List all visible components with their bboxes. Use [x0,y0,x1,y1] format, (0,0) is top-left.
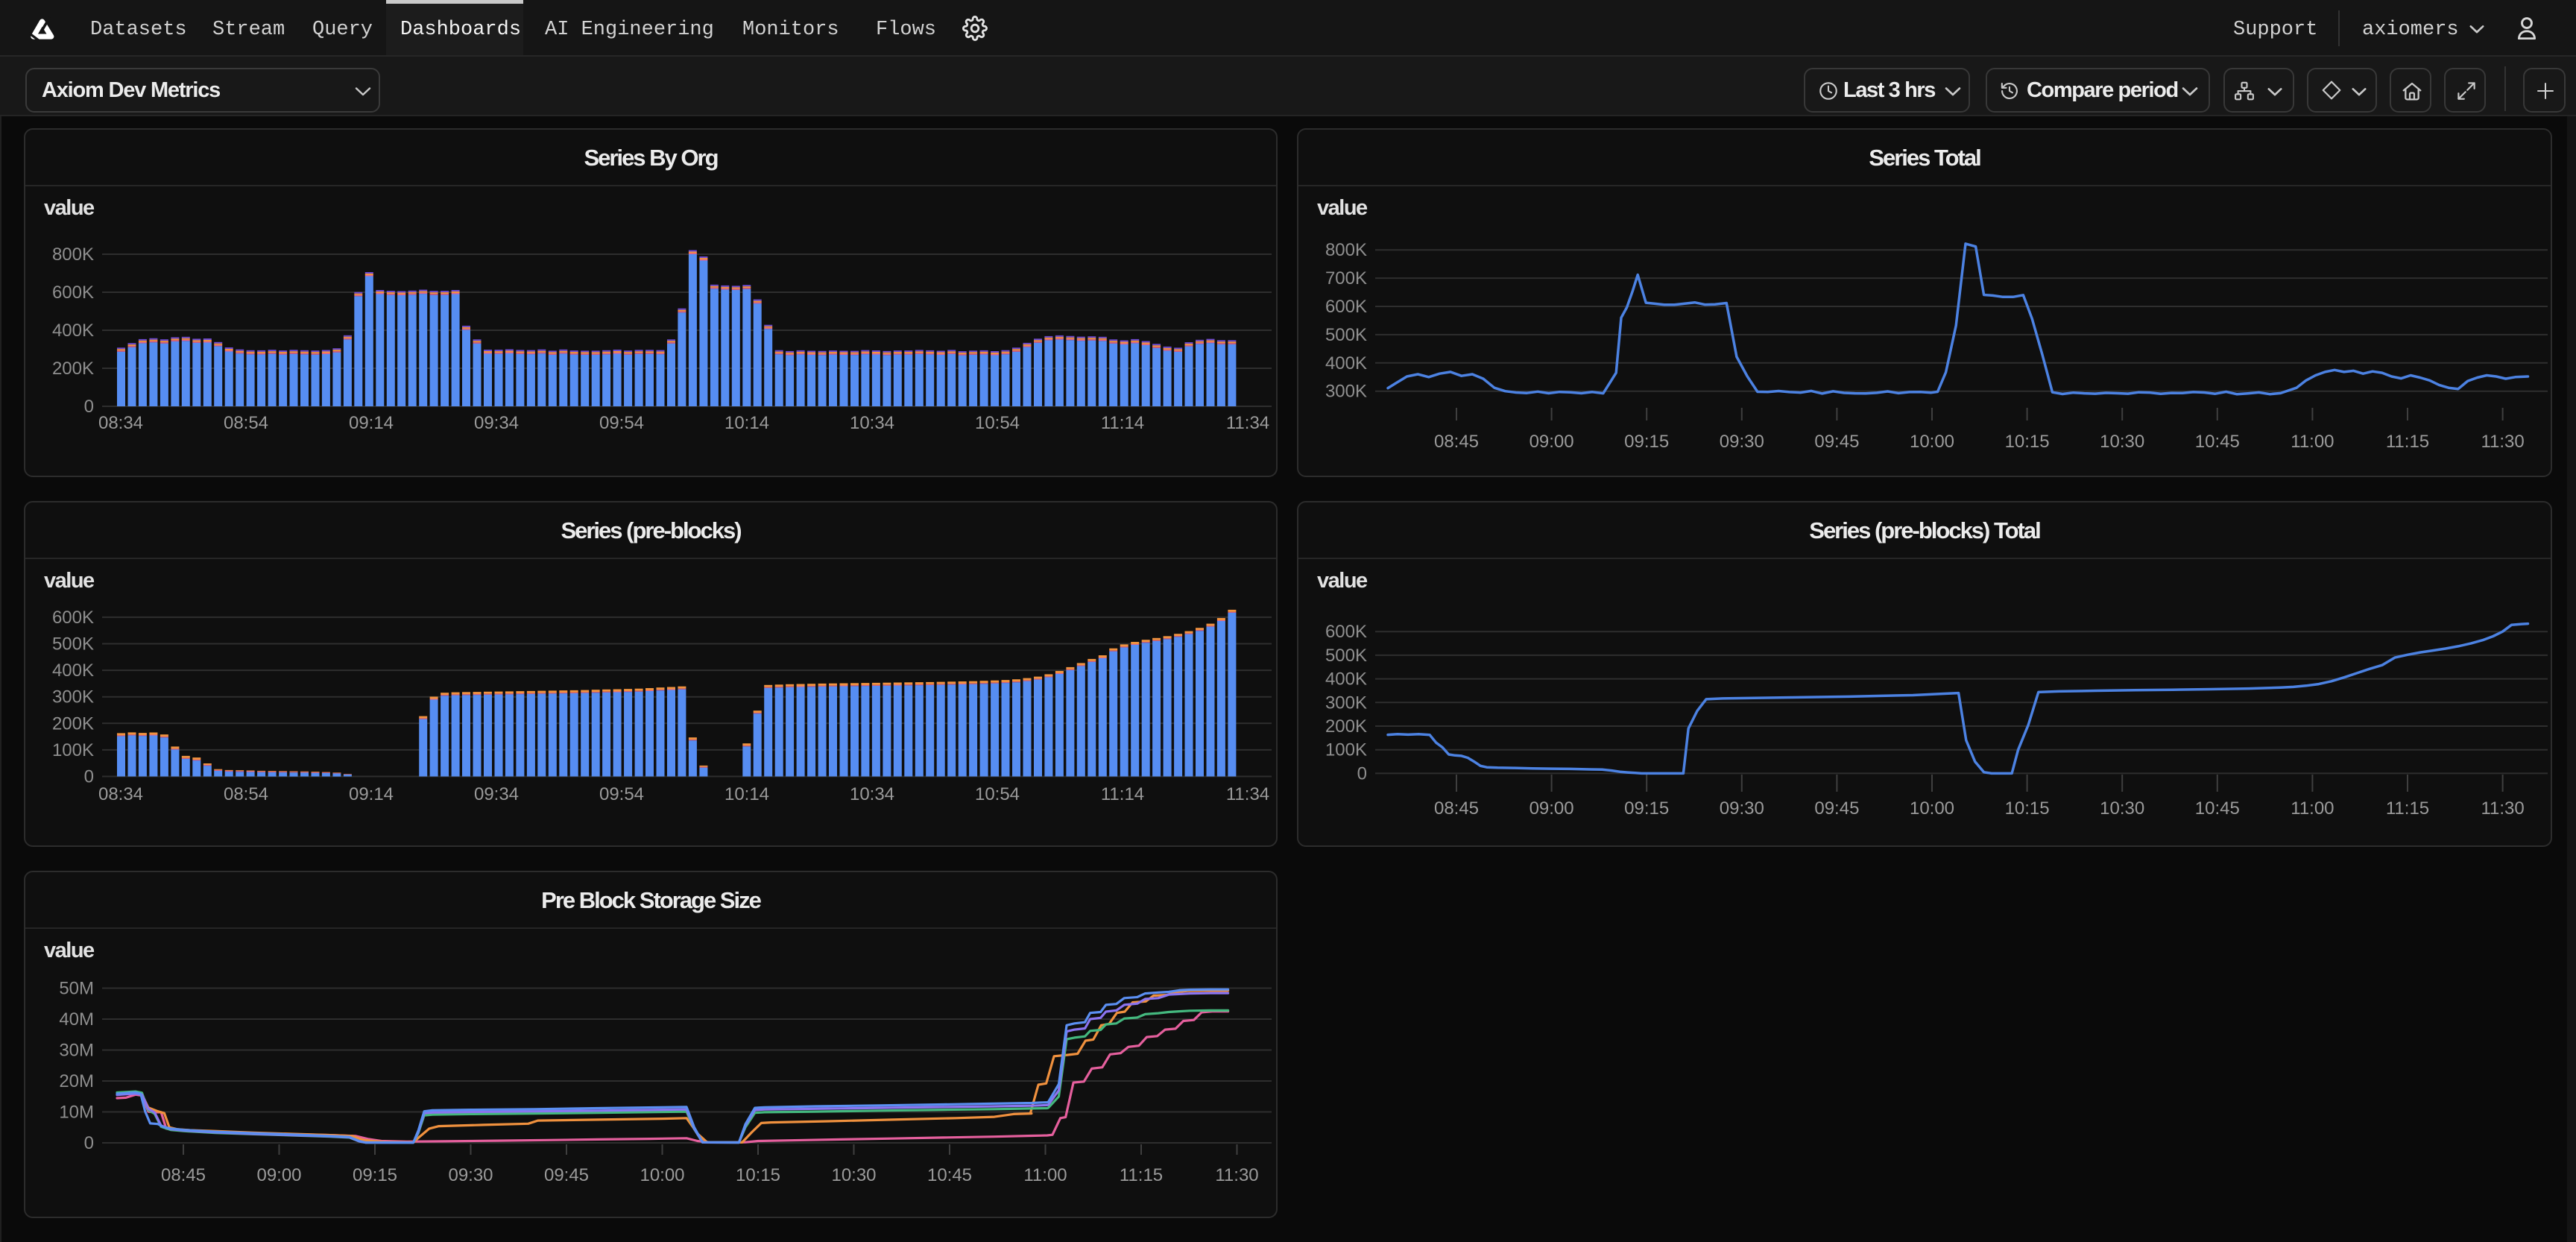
svg-text:10:45: 10:45 [927,1165,972,1185]
svg-text:08:45: 08:45 [1434,798,1479,819]
svg-text:10:34: 10:34 [850,784,894,804]
svg-text:100K: 100K [1325,740,1367,760]
svg-text:500K: 500K [1325,325,1367,345]
svg-text:10:54: 10:54 [975,784,1020,804]
svg-text:11:15: 11:15 [2386,798,2429,819]
svg-text:09:30: 09:30 [1720,798,1764,819]
svg-text:11:14: 11:14 [1101,784,1144,804]
svg-text:200K: 200K [1325,716,1367,737]
svg-text:11:34: 11:34 [1226,784,1269,804]
svg-text:10:30: 10:30 [2100,798,2144,819]
svg-text:09:45: 09:45 [544,1165,589,1185]
svg-text:400K: 400K [1325,353,1367,373]
svg-text:11:30: 11:30 [2481,432,2524,452]
svg-text:09:00: 09:00 [1530,798,1574,819]
svg-text:10:00: 10:00 [640,1165,684,1185]
svg-text:09:00: 09:00 [256,1165,301,1185]
svg-text:11:34: 11:34 [1226,413,1269,433]
svg-text:11:00: 11:00 [2291,432,2334,452]
svg-text:11:15: 11:15 [2386,432,2429,452]
svg-text:20M: 20M [59,1071,94,1091]
svg-text:09:34: 09:34 [474,784,519,804]
svg-text:200K: 200K [52,713,94,734]
svg-text:09:14: 09:14 [349,784,394,804]
svg-text:30M: 30M [59,1041,94,1061]
svg-text:300K: 300K [52,687,94,707]
svg-text:600K: 600K [52,283,94,303]
svg-text:11:15: 11:15 [1120,1165,1163,1185]
svg-text:10:30: 10:30 [2100,432,2144,452]
svg-text:200K: 200K [52,359,94,379]
svg-text:10:15: 10:15 [736,1165,780,1185]
svg-text:09:45: 09:45 [1814,432,1859,452]
svg-text:08:34: 08:34 [98,413,143,433]
svg-text:09:45: 09:45 [1814,798,1859,819]
svg-text:08:45: 08:45 [161,1165,206,1185]
svg-text:10:15: 10:15 [2005,432,2050,452]
svg-text:500K: 500K [52,634,94,655]
svg-text:11:30: 11:30 [1215,1165,1258,1185]
svg-text:10:00: 10:00 [1910,432,1954,452]
svg-text:11:00: 11:00 [2291,798,2334,819]
svg-text:100K: 100K [52,740,94,760]
svg-text:300K: 300K [1325,382,1367,402]
svg-text:09:15: 09:15 [1624,798,1669,819]
svg-text:09:34: 09:34 [474,413,519,433]
svg-text:10:45: 10:45 [2195,798,2240,819]
svg-text:0: 0 [84,1133,94,1153]
svg-text:500K: 500K [1325,646,1367,666]
svg-text:09:54: 09:54 [599,784,644,804]
svg-text:600K: 600K [1325,297,1367,317]
svg-text:10:54: 10:54 [975,413,1020,433]
svg-text:400K: 400K [52,661,94,681]
svg-text:11:30: 11:30 [2481,798,2524,819]
svg-text:0: 0 [1357,763,1367,784]
svg-text:10:14: 10:14 [724,784,769,804]
svg-text:800K: 800K [52,245,94,265]
svg-text:08:54: 08:54 [224,413,268,433]
svg-text:09:15: 09:15 [353,1165,397,1185]
svg-text:08:34: 08:34 [98,784,143,804]
svg-text:08:45: 08:45 [1434,432,1479,452]
svg-text:09:54: 09:54 [599,413,644,433]
svg-text:700K: 700K [1325,268,1367,289]
svg-text:09:30: 09:30 [448,1165,493,1185]
svg-text:600K: 600K [52,608,94,628]
svg-text:400K: 400K [1325,669,1367,690]
svg-text:600K: 600K [1325,622,1367,642]
svg-text:0: 0 [84,767,94,787]
svg-text:08:54: 08:54 [224,784,268,804]
svg-text:10:34: 10:34 [850,413,894,433]
svg-text:11:00: 11:00 [1023,1165,1067,1185]
svg-text:40M: 40M [59,1009,94,1030]
svg-text:10:14: 10:14 [724,413,769,433]
svg-text:50M: 50M [59,979,94,999]
svg-text:800K: 800K [1325,240,1367,260]
svg-text:10:00: 10:00 [1910,798,1954,819]
svg-text:10:15: 10:15 [2005,798,2050,819]
svg-text:300K: 300K [1325,693,1367,713]
svg-text:09:14: 09:14 [349,413,394,433]
svg-text:09:30: 09:30 [1720,432,1764,452]
svg-text:0: 0 [84,397,94,417]
svg-text:10:45: 10:45 [2195,432,2240,452]
svg-text:11:14: 11:14 [1101,413,1144,433]
svg-text:400K: 400K [52,321,94,341]
svg-text:10:30: 10:30 [831,1165,876,1185]
svg-text:10M: 10M [59,1103,94,1123]
svg-text:09:15: 09:15 [1624,432,1669,452]
svg-text:09:00: 09:00 [1530,432,1574,452]
